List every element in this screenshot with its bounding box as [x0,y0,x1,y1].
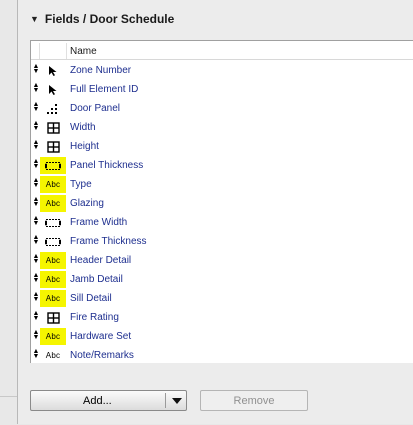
reorder-arrows-icon[interactable]: ▲ ▼ [32,291,40,304]
abc-icon-text: Abc [45,351,61,360]
list-item[interactable]: ▲ ▼ Abc Jamb Detail [31,270,413,289]
list-item[interactable]: ▲ ▼ Zone Number [31,61,413,80]
abc-icon-text: Abc [45,332,61,341]
abc-icon-text: Abc [45,275,61,284]
list-item-label: Panel Thickness [70,160,144,171]
section-header[interactable]: ▼ Fields / Door Schedule [30,8,174,30]
abc-icon: Abc [40,195,66,212]
reorder-arrows-icon[interactable]: ▲ ▼ [32,139,40,152]
list-item-label: Header Detail [70,255,132,266]
collapse-triangle-icon[interactable]: ▼ [30,14,39,24]
cursor-icon [40,62,66,79]
reorder-arrows-icon[interactable]: ▲ ▼ [32,177,40,190]
reorder-arrows-icon[interactable]: ▲ ▼ [32,196,40,209]
list-item[interactable]: ▲ ▼ Abc Sill Detail [31,289,413,308]
list-item-label: Note/Remarks [70,350,134,361]
column-header-name: Name [70,46,97,57]
grid-icon [40,119,66,136]
add-button[interactable]: Add... [30,390,187,411]
column-header: Name [31,43,413,60]
list-item-label: Sill Detail [70,293,112,304]
list-item[interactable]: ▲ ▼ Frame Width [31,213,413,232]
list-item-label: Frame Width [70,217,128,228]
list-item[interactable]: ▲ ▼ Height [31,137,413,156]
abc-icon-text: Abc [45,199,61,208]
list-item[interactable]: ▲ ▼ Abc Note/Remarks [31,346,413,363]
list-item-label: Type [70,179,92,190]
abc-icon: Abc [40,347,66,363]
cursor-icon [40,81,66,98]
reorder-arrows-icon[interactable]: ▲ ▼ [32,272,40,285]
abc-icon-text: Abc [45,256,61,265]
list-item-label: Glazing [70,198,104,209]
list-item[interactable]: ▲ ▼ Abc Header Detail [31,251,413,270]
reorder-arrows-icon[interactable]: ▲ ▼ [32,82,40,95]
left-panel-edge [0,396,17,425]
list-item[interactable]: ▲ ▼ Abc Hardware Set [31,327,413,346]
abc-icon: Abc [40,252,66,269]
list-item-label: Hardware Set [70,331,132,342]
dots-icon [40,100,66,117]
dotted-rect-icon [40,233,66,250]
grid-icon [40,138,66,155]
list-item[interactable]: ▲ ▼ Fire Rating [31,308,413,327]
add-button-divider [165,393,166,408]
list-item-label: Fire Rating [70,312,119,323]
dotted-rect-icon [40,157,66,174]
list-item[interactable]: ▲ ▼ Panel Thickness [31,156,413,175]
list-item[interactable]: ▲ ▼ Frame Thickness [31,232,413,251]
reorder-arrows-icon[interactable]: ▲ ▼ [32,158,40,171]
reorder-arrows-icon[interactable]: ▲ ▼ [32,348,40,361]
list-item-label: Jamb Detail [70,274,123,285]
grid-icon [40,309,66,326]
remove-button[interactable]: Remove [200,390,308,411]
reorder-arrows-icon[interactable]: ▲ ▼ [32,215,40,228]
list-item-label: Zone Number [70,65,132,76]
reorder-arrows-icon[interactable]: ▲ ▼ [32,234,40,247]
section-title: Fields / Door Schedule [44,12,175,26]
list-item[interactable]: ▲ ▼ Abc Glazing [31,194,413,213]
list-item-label: Door Panel [70,103,121,114]
dropdown-arrow-icon[interactable] [172,398,182,404]
list-item[interactable]: ▲ ▼ Full Element ID [31,80,413,99]
reorder-arrows-icon[interactable]: ▲ ▼ [32,310,40,323]
abc-icon-text: Abc [45,180,61,189]
abc-icon-text: Abc [45,294,61,303]
add-button-label: Add... [83,395,112,407]
abc-icon: Abc [40,176,66,193]
dotted-rect-icon [40,214,66,231]
reorder-arrows-icon[interactable]: ▲ ▼ [32,253,40,266]
reorder-arrows-icon[interactable]: ▲ ▼ [32,329,40,342]
abc-icon: Abc [40,290,66,307]
list-item-label: Width [70,122,96,133]
fields-list[interactable]: Name ▲ ▼ Zone Number ▲ ▼ Full Element ID ▲ ▼ Doo… [30,40,413,363]
list-item-label: Frame Thickness [70,236,147,247]
button-bar: Add... Remove [30,390,413,412]
list-item[interactable]: ▲ ▼ Door Panel [31,99,413,118]
reorder-arrows-icon[interactable]: ▲ ▼ [32,101,40,114]
list-item-label: Full Element ID [70,84,139,95]
column-separator [66,43,67,59]
abc-icon: Abc [40,271,66,288]
reorder-arrows-icon[interactable]: ▲ ▼ [32,120,40,133]
reorder-arrows-icon[interactable]: ▲ ▼ [32,63,40,76]
list-item[interactable]: ▲ ▼ Abc Type [31,175,413,194]
abc-icon: Abc [40,328,66,345]
list-item[interactable]: ▲ ▼ Width [31,118,413,137]
list-item-label: Height [70,141,99,152]
column-separator [39,43,40,59]
